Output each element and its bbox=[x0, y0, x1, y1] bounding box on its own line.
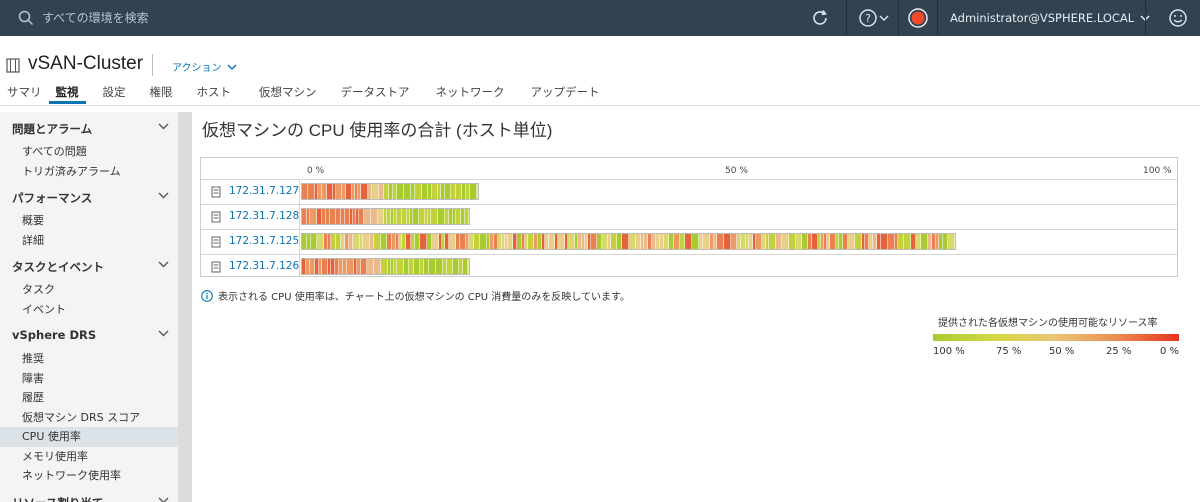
x-tick-label: 50 % bbox=[725, 166, 748, 176]
host-row: 172.31.7.127 bbox=[201, 180, 1177, 204]
global-search[interactable]: すべての環境を検索 bbox=[18, 9, 149, 26]
help-icon[interactable]: ? bbox=[857, 7, 879, 29]
sidebar-item[interactable]: 仮想マシン DRS スコア bbox=[0, 408, 178, 428]
chevron-down-icon bbox=[226, 63, 237, 70]
sidebar-item[interactable]: タスク bbox=[0, 280, 178, 300]
host-link[interactable]: 172.31.7.127 bbox=[229, 185, 299, 197]
x-tick-label: 0 % bbox=[307, 166, 325, 176]
host-link[interactable]: 172.31.7.126 bbox=[229, 260, 299, 272]
sidebar-group-label: vSphere DRS bbox=[12, 328, 97, 342]
sidebar-group-label: タスクとイベント bbox=[12, 260, 104, 274]
tab-5[interactable]: 仮想マシン bbox=[252, 84, 324, 104]
actions-label: アクション bbox=[172, 63, 222, 74]
legend-color-scale bbox=[933, 334, 1179, 341]
svg-text:?: ? bbox=[865, 12, 871, 25]
host-cpu-bar[interactable] bbox=[301, 258, 470, 275]
search-icon bbox=[18, 10, 34, 25]
tab-4[interactable]: ホスト bbox=[190, 84, 239, 104]
legend-label: 75 % bbox=[996, 346, 1022, 357]
chevron-down-icon bbox=[158, 261, 169, 268]
tab-8[interactable]: アップデート bbox=[524, 84, 607, 104]
legend-label: 100 % bbox=[933, 346, 965, 357]
sidebar-group-header[interactable]: タスクとイベント bbox=[0, 250, 178, 280]
page-object-title: vSAN-Cluster bbox=[28, 53, 144, 74]
sidebar-item[interactable]: イベント bbox=[0, 300, 178, 320]
tab-bar: サマリ 監視 設定 権限 ホスト 仮想マシン データストア ネットワーク アップデート bbox=[0, 84, 1200, 104]
x-tick-label: 100 % bbox=[1143, 166, 1172, 176]
tab-7[interactable]: ネットワーク bbox=[429, 84, 512, 104]
sidebar-group-header[interactable]: vSphere DRS bbox=[0, 319, 178, 349]
tab-1[interactable]: 監視 bbox=[48, 84, 86, 104]
host-row: 172.31.7.128 bbox=[201, 205, 1177, 229]
object-header: vSAN-Cluster アクション bbox=[0, 44, 1200, 84]
record-status-icon[interactable] bbox=[907, 7, 929, 29]
sidebar-item[interactable]: ネットワーク使用率 bbox=[0, 466, 178, 486]
sidebar-item[interactable]: 推奨 bbox=[0, 349, 178, 369]
tab-3[interactable]: 権限 bbox=[143, 84, 180, 104]
sidebar-group-header[interactable]: 問題とアラーム bbox=[0, 112, 178, 142]
legend-label: 50 % bbox=[1049, 346, 1075, 357]
host-icon bbox=[211, 211, 221, 223]
host-icon bbox=[211, 186, 221, 198]
sidebar-item[interactable]: メモリ使用率 bbox=[0, 447, 178, 467]
sidebar-item[interactable]: 詳細 bbox=[0, 231, 178, 251]
tab-0[interactable]: サマリ bbox=[0, 84, 49, 104]
chevron-down-icon bbox=[158, 497, 169, 502]
user-name: Administrator@VSPHERE.LOCAL bbox=[950, 11, 1135, 25]
sidebar-item[interactable]: CPU 使用率 bbox=[0, 427, 178, 447]
sidebar-item[interactable]: すべての問題 bbox=[0, 142, 178, 162]
info-icon bbox=[201, 289, 213, 302]
sidebar-group-header[interactable]: リソース割り当て bbox=[0, 486, 178, 502]
sidebar-group-label: パフォーマンス bbox=[12, 191, 93, 205]
sidebar-group-label: 問題とアラーム bbox=[12, 122, 93, 136]
host-cpu-bar[interactable] bbox=[301, 208, 470, 225]
monitor-sidebar: 問題とアラームすべての問題 トリガ済みアラームパフォーマンス概要 詳細タスクとイベン… bbox=[0, 112, 178, 502]
chevron-down-icon[interactable] bbox=[879, 13, 889, 23]
info-note-text: 表示される CPU 使用率は、チャート上の仮想マシンの CPU 消費量のみを反映… bbox=[218, 292, 630, 303]
tab-6[interactable]: データストア bbox=[334, 84, 417, 104]
host-cpu-bar[interactable] bbox=[301, 183, 479, 200]
legend-label: 0 % bbox=[1160, 346, 1180, 357]
actions-dropdown[interactable]: アクション bbox=[172, 59, 237, 74]
sidebar-scrollbar[interactable] bbox=[178, 112, 192, 502]
search-placeholder: すべての環境を検索 bbox=[42, 11, 149, 25]
cluster-icon bbox=[6, 58, 20, 73]
chevron-down-icon bbox=[158, 192, 169, 199]
refresh-icon[interactable] bbox=[809, 7, 831, 29]
sidebar-group-header[interactable]: パフォーマンス bbox=[0, 181, 178, 211]
chevron-down-icon bbox=[158, 123, 169, 130]
sidebar-group-label: リソース割り当て bbox=[12, 495, 103, 502]
tab-2[interactable]: 設定 bbox=[96, 84, 133, 104]
host-cpu-bar[interactable] bbox=[301, 233, 956, 250]
host-link[interactable]: 172.31.7.125 bbox=[229, 235, 299, 247]
host-icon bbox=[211, 236, 221, 248]
chevron-down-icon bbox=[158, 330, 169, 337]
smiley-feedback-icon[interactable] bbox=[1167, 7, 1189, 29]
page-title: 仮想マシンの CPU 使用率の合計 (ホスト単位) bbox=[202, 121, 553, 140]
host-icon bbox=[211, 261, 221, 273]
host-link[interactable]: 172.31.7.128 bbox=[229, 210, 299, 222]
cpu-usage-chart: 0 % 50 % 100 % 172.31.7.127 172.31.7.128 172.… bbox=[200, 157, 1178, 277]
sidebar-item[interactable]: 履歴 bbox=[0, 388, 178, 408]
host-row: 172.31.7.125 bbox=[201, 230, 1177, 254]
info-note: 表示される CPU 使用率は、チャート上の仮想マシンの CPU 消費量のみを反映… bbox=[201, 288, 630, 303]
user-menu[interactable]: Administrator@VSPHERE.LOCAL bbox=[950, 11, 1150, 25]
sidebar-item[interactable]: 概要 bbox=[0, 211, 178, 231]
sidebar-item[interactable]: トリガ済みアラーム bbox=[0, 162, 178, 182]
top-bar: すべての環境を検索 ? Administrator@VSPHERE.LOCAL bbox=[0, 0, 1200, 36]
host-row: 172.31.7.126 bbox=[201, 255, 1177, 279]
legend-title: 提供された各仮想マシンの使用可能なリソース率 bbox=[938, 318, 1158, 329]
sidebar-item[interactable]: 障害 bbox=[0, 369, 178, 389]
legend-label: 25 % bbox=[1106, 346, 1132, 357]
